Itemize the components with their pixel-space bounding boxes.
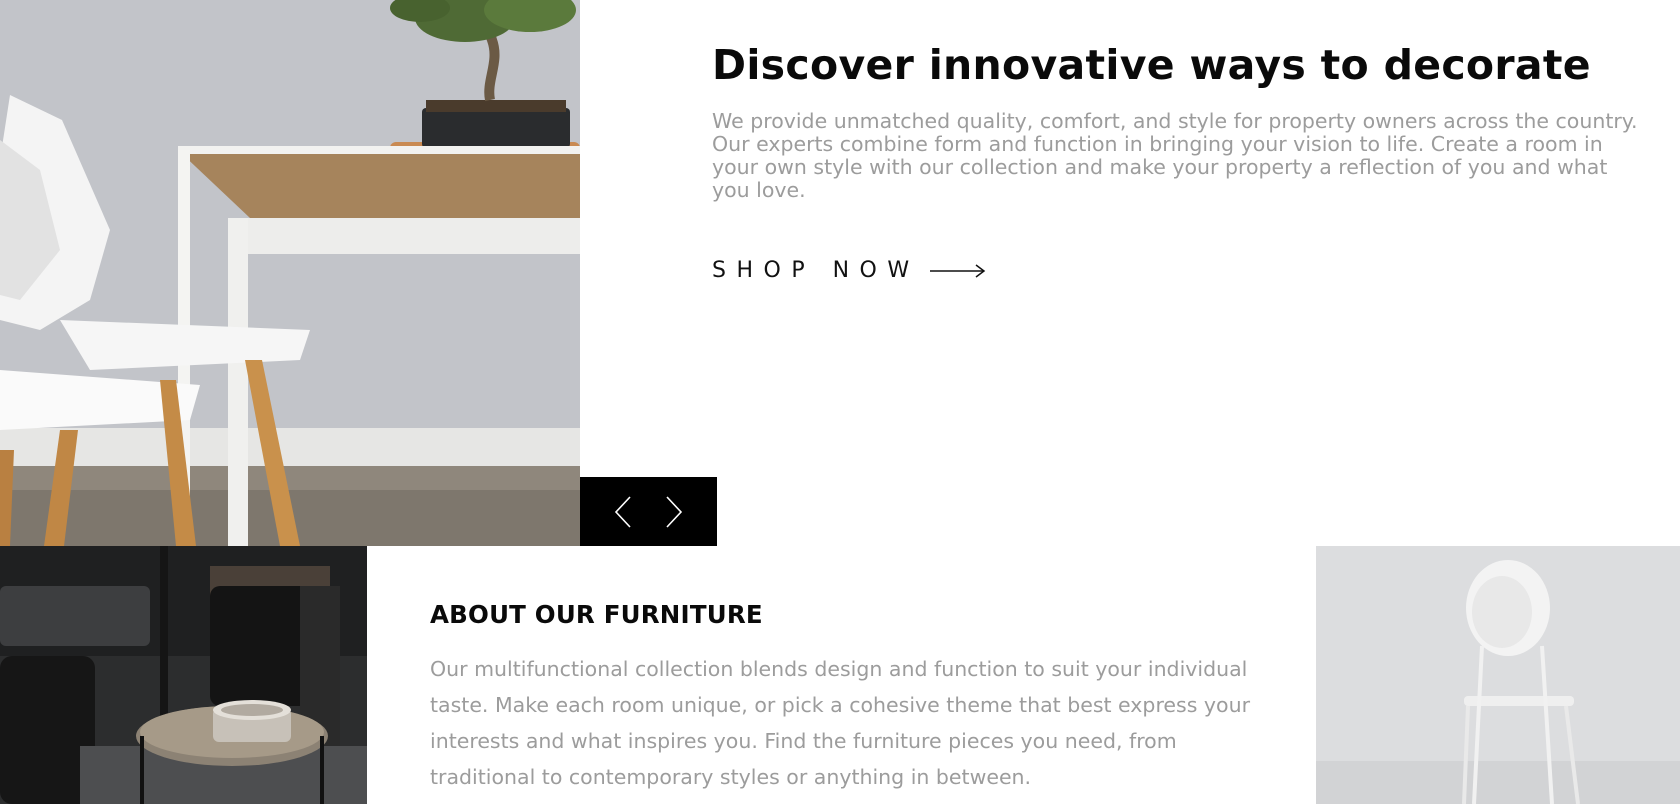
arrow-right-icon (929, 263, 985, 278)
slider-controls (580, 477, 717, 546)
about-right-image (1316, 546, 1680, 804)
about-left-image (0, 546, 367, 804)
about-description: Our multifunctional collection blends de… (430, 657, 1251, 789)
shop-now-label: SHOP NOW (712, 258, 920, 283)
chevron-left-icon (615, 495, 631, 528)
about-title: ABOUT OUR FURNITURE (430, 600, 763, 629)
hero-title: Discover innovative ways to decorate (712, 41, 1591, 89)
shop-now-link[interactable]: SHOP NOW (712, 258, 986, 283)
slider-next-button[interactable] (656, 492, 692, 532)
chevron-right-icon (666, 495, 682, 528)
hero-description: We provide unmatched quality, comfort, a… (712, 109, 1638, 202)
about-content: ABOUT OUR FURNITURE Our multifunctional … (430, 600, 1260, 795)
slider-prev-button[interactable] (605, 492, 641, 532)
hero-content: Discover innovative ways to decorate We … (712, 0, 1642, 283)
hero-image (0, 0, 580, 546)
